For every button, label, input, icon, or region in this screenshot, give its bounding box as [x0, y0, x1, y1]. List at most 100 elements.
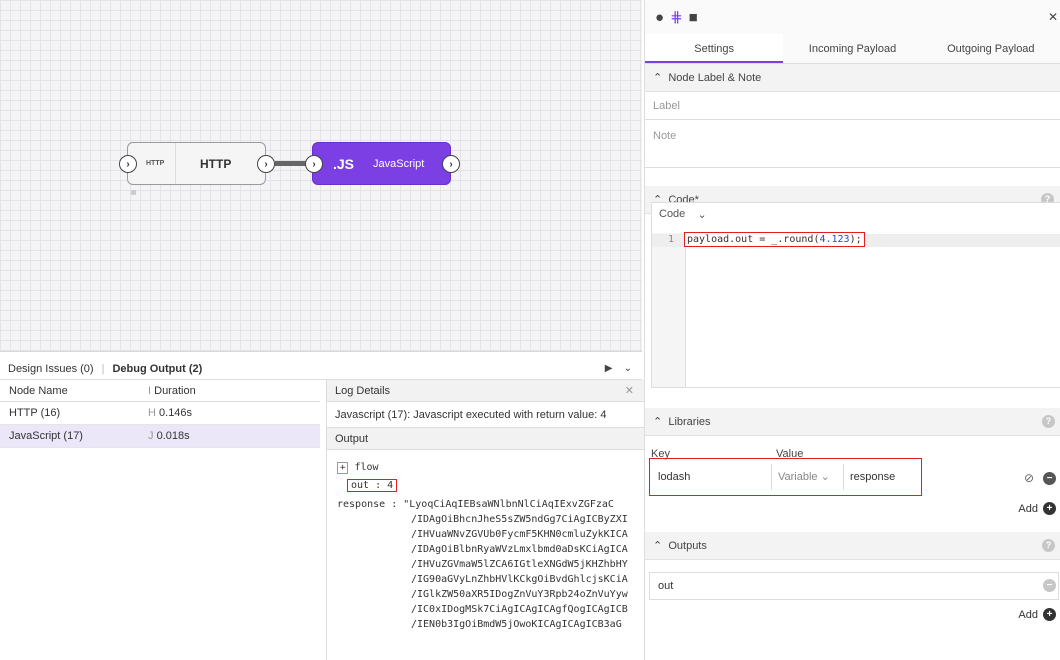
row-prefix: H	[148, 407, 156, 419]
bottom-controls: ▶ ⌄	[605, 363, 632, 374]
lib-type-label: Variable	[778, 471, 818, 483]
plus-icon: +	[1043, 608, 1056, 621]
js-node-tag: .JS	[333, 155, 355, 172]
output-field[interactable]: out	[649, 572, 1059, 600]
code-function: _.round(	[771, 234, 820, 245]
log-header: Log Details ✕	[327, 380, 644, 402]
sliders-icon[interactable]: ⋕	[670, 8, 683, 26]
help-icon[interactable]: ?	[1042, 539, 1055, 552]
tree-response-line: /IG90aGVyLnZhbHVlKCkgOiBvdGhlcjsKCiA	[411, 574, 628, 585]
flow-canvas[interactable]: › HTTP HTTP › › .JS JavaScript ›	[0, 0, 642, 352]
debug-table: Node Name I Duration HTTP (16) H 0.146s …	[0, 380, 320, 660]
table-row[interactable]: HTTP (16) H 0.146s	[0, 402, 320, 425]
close-panel-icon[interactable]: ✕	[1048, 10, 1058, 24]
lib-value-input[interactable]: response	[844, 471, 895, 483]
javascript-node[interactable]: › .JS JavaScript ›	[305, 142, 460, 185]
http-input-port[interactable]: ›	[119, 155, 137, 173]
code-end: );	[849, 234, 862, 245]
row-duration: J 0.018s	[145, 430, 320, 442]
http-node-tag: HTTP	[146, 160, 165, 167]
add-library-button[interactable]: Add +	[1018, 502, 1056, 515]
play-icon[interactable]: ▶	[605, 363, 613, 374]
chevron-down-icon[interactable]: ⌄	[624, 363, 632, 374]
remove-output-icon[interactable]: −	[1043, 579, 1056, 592]
section-libraries[interactable]: ⌃ Libraries ?	[645, 408, 1060, 436]
tab-outgoing-payload[interactable]: Outgoing Payload	[921, 34, 1060, 63]
panel-toolbar: ● ⋕ ■ ✕	[645, 0, 1060, 34]
note-field[interactable]: Note	[645, 120, 1060, 168]
section-label-note-title: Node Label & Note	[668, 71, 762, 84]
close-icon[interactable]: ✕	[625, 384, 634, 397]
tab-settings[interactable]: Settings	[645, 34, 784, 63]
panel-tabs: Settings Incoming Payload Outgoing Paylo…	[645, 34, 1060, 64]
section-label-note[interactable]: ⌃ Node Label & Note	[645, 64, 1060, 92]
remove-library-icon[interactable]: −	[1043, 472, 1056, 485]
tree-flow-row[interactable]: + flow	[337, 462, 637, 477]
code-mode-label: Code	[659, 208, 686, 220]
code-statement[interactable]: payload.out = _.round(4.123);	[684, 232, 865, 247]
table-row[interactable]: JavaScript (17) J 0.018s	[0, 425, 320, 448]
js-output-port[interactable]: ›	[442, 155, 460, 173]
bottom-tabs: Design Issues (0) | Debug Output (2) ▶ ⌄	[0, 358, 642, 380]
chevron-down-icon: ⌄	[697, 208, 707, 221]
tab-design-issues[interactable]: Design Issues (0)	[8, 363, 94, 375]
row-duration-value: 0.146s	[159, 407, 193, 419]
log-details-panel: Log Details ✕ Javascript (17): Javascrip…	[326, 380, 644, 660]
row-duration: H 0.146s	[145, 407, 320, 419]
section-libraries-title: Libraries	[668, 415, 711, 428]
expand-icon[interactable]: +	[337, 462, 349, 474]
http-output-port[interactable]: ›	[257, 155, 275, 173]
add-output-label: Add	[1018, 608, 1038, 621]
tree-response-line: /IDAgOiBhcnJheS5sZW5ndGg7CiAgICByZXI	[411, 514, 628, 525]
debug-table-header: Node Name I Duration	[0, 380, 320, 402]
col-duration-label: Duration	[154, 384, 196, 397]
row-prefix: J	[148, 430, 154, 442]
code-number: 4.123	[819, 234, 850, 245]
row-node-name: JavaScript (17)	[9, 430, 83, 442]
output-tree: + flow out : 4 response : "LyoqCiAqIEBsa…	[337, 462, 637, 634]
section-outputs-title: Outputs	[668, 539, 707, 552]
chevron-up-icon: ⌃	[653, 72, 663, 84]
add-library-label: Add	[1018, 502, 1038, 515]
tree-response-line: /IDAgOiBlbnRyaWVzLmxlbmd0aDsKCiAgICA	[411, 544, 628, 555]
log-message: Javascript (17): Javascript executed wit…	[327, 402, 644, 428]
tree-response-line: /IC0xIDogMSk7CiAgICAgICAgfQogICAgICB	[411, 604, 628, 615]
tree-response-line: /IHVuaWNvZGVUb0FycmF5KHN0cmluZykKICA	[411, 529, 628, 540]
line-number: 1	[668, 234, 675, 245]
code-gutter	[652, 233, 686, 387]
tree-flow-key: flow	[354, 462, 379, 473]
palette-icon[interactable]: ●	[655, 9, 664, 26]
tree-out-row: out : 4	[337, 479, 637, 495]
code-editor[interactable]: Code ⌄ 1 payload.out = _.round(4.123);	[651, 202, 1060, 388]
code-mode-select[interactable]: Code ⌄	[652, 203, 1060, 225]
tree-response-key: response	[337, 499, 386, 510]
tree-response-line: /IGlkZW50aXR5IDogZnVuY3Rpb24oZnVuYyw	[411, 589, 628, 600]
tree-response-line: /IEN0b3IgOiBmdW5jOwoKICAgICAgICB3aG	[411, 619, 622, 630]
row-duration-value: 0.018s	[156, 430, 190, 442]
tab-incoming-payload[interactable]: Incoming Payload	[783, 34, 922, 63]
tree-out-value: out : 4	[347, 479, 398, 492]
library-row: lodash Variable ⌄ response	[649, 458, 922, 496]
add-output-button[interactable]: Add +	[1018, 608, 1056, 621]
http-node[interactable]: › HTTP HTTP ›	[119, 142, 275, 185]
tab-debug-output[interactable]: Debug Output (2)	[112, 363, 202, 375]
label-field[interactable]: Label	[645, 92, 1060, 120]
code-variable: payload.out	[687, 234, 754, 245]
section-outputs[interactable]: ⌃ Outputs ?	[645, 532, 1060, 560]
tree-response-line: /IHVuZGVmaW5lZCA6IGtleXNGdW5jKHZhbHY	[411, 559, 628, 570]
js-node-title: JavaScript	[373, 157, 425, 170]
lib-key-input[interactable]: lodash	[650, 464, 772, 490]
help-icon[interactable]: ?	[1042, 415, 1055, 428]
eye-off-icon[interactable]: ⊘	[1024, 471, 1034, 485]
js-input-port[interactable]: ›	[305, 155, 323, 173]
http-node-title: HTTP	[200, 156, 232, 171]
plus-icon: +	[1043, 502, 1056, 515]
tab-separator: |	[101, 362, 105, 375]
output-value: out	[658, 580, 674, 592]
node-divider	[175, 143, 176, 184]
row-node-name: HTTP (16)	[9, 407, 61, 419]
output-label: Output	[327, 428, 644, 450]
tree-response-row: response : "LyoqCiAqIEBsaWNlbnNlCiAqIExv…	[337, 499, 614, 510]
briefcase-icon[interactable]: ■	[689, 9, 698, 26]
lib-type-select[interactable]: Variable ⌄	[772, 464, 844, 490]
